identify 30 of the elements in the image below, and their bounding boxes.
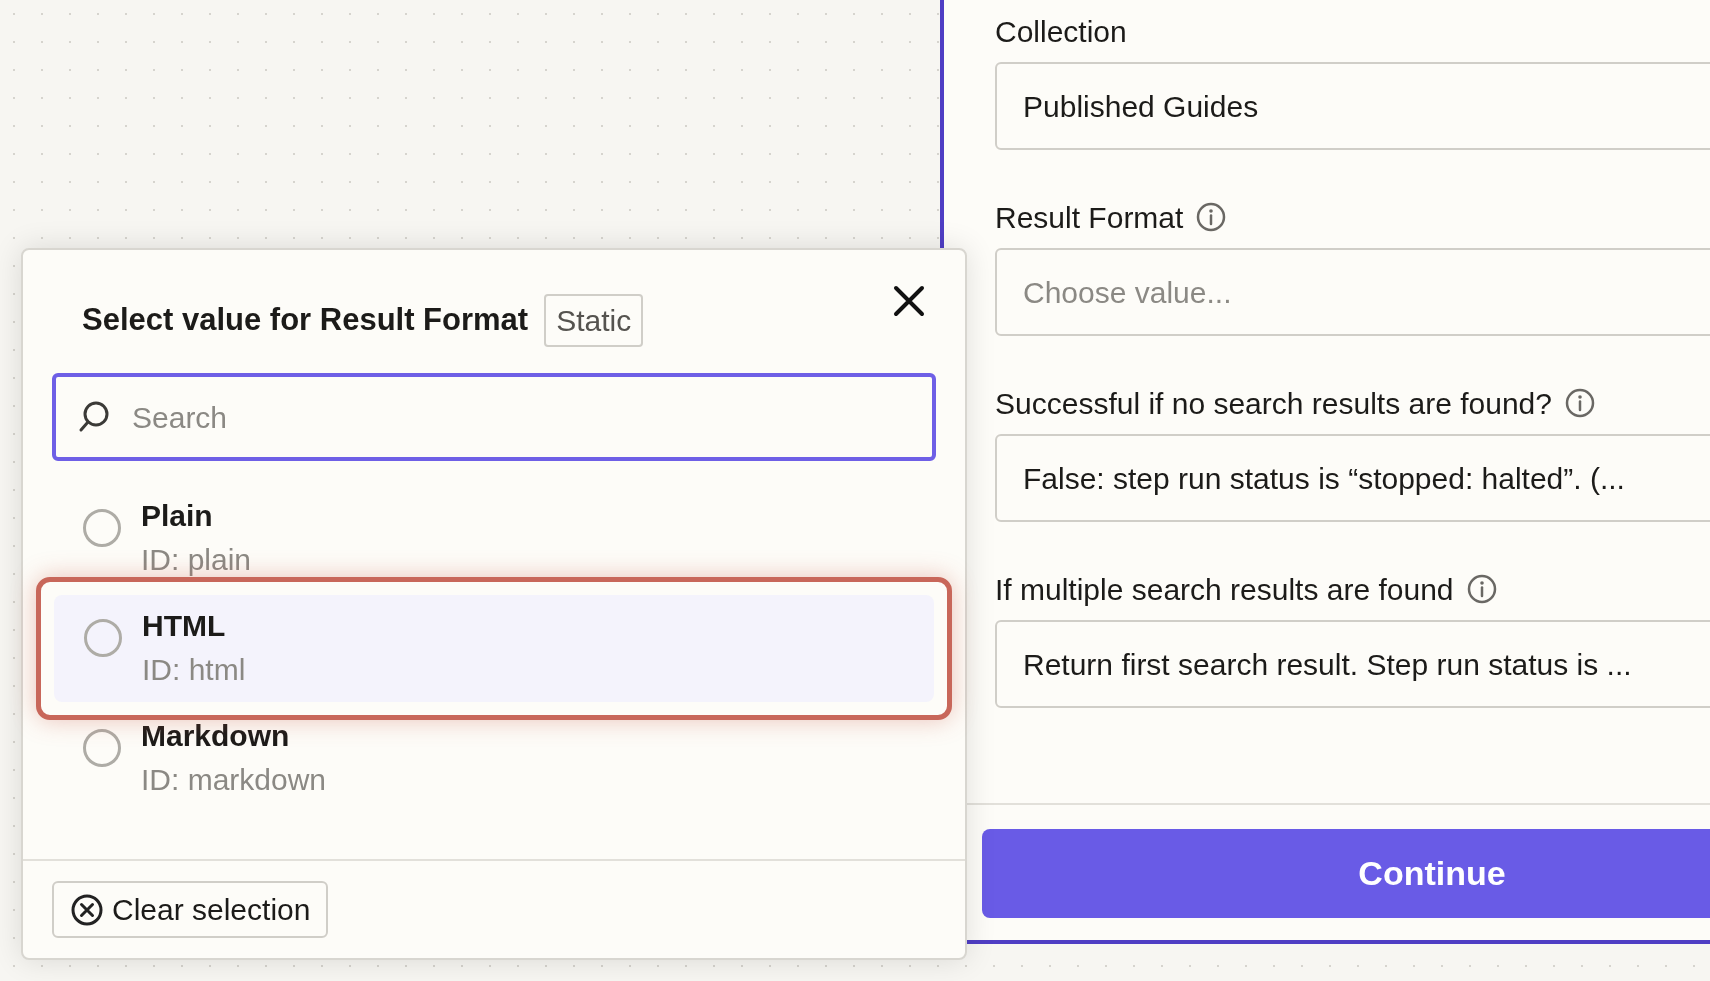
- info-icon[interactable]: [1563, 387, 1596, 419]
- field-label: Collection: [995, 13, 1127, 50]
- option-label: HTML: [142, 608, 227, 644]
- field-label: Result Format: [995, 199, 1184, 236]
- search-input[interactable]: Search: [132, 394, 832, 440]
- option-item[interactable]: Plain ID: plain: [53, 485, 935, 592]
- close-icon[interactable]: [893, 284, 925, 317]
- option-label: Plain: [141, 498, 214, 534]
- field-label: If multiple search results are found: [995, 571, 1454, 608]
- clear-selection-button[interactable]: Clear selection: [52, 881, 329, 938]
- option-id: ID: plain: [141, 542, 252, 578]
- select-field[interactable]: Published Guides: [995, 62, 1710, 150]
- radio-button[interactable]: [83, 729, 121, 767]
- info-icon[interactable]: [1465, 573, 1498, 605]
- option-label: Markdown: [141, 718, 291, 754]
- field-label: Successful if no search results are found?: [995, 385, 1552, 422]
- radio-button[interactable]: [83, 509, 121, 547]
- static-tag: Static: [544, 294, 644, 347]
- radio-button[interactable]: [84, 619, 122, 657]
- option-item[interactable]: Markdown ID: markdown: [53, 705, 935, 812]
- continue-button[interactable]: Continue: [982, 829, 1710, 918]
- select-field[interactable]: Return first search result. Step run status is ...: [995, 620, 1710, 708]
- clear-icon: [70, 892, 104, 927]
- search-field[interactable]: Search: [52, 373, 936, 461]
- select-field[interactable]: False: step run status is “stopped: halted”. (...: [995, 434, 1710, 522]
- option-item[interactable]: HTML ID: html: [54, 595, 934, 702]
- option-id: ID: markdown: [141, 762, 327, 798]
- info-icon[interactable]: [1195, 201, 1228, 233]
- option-id: ID: html: [142, 652, 246, 688]
- popup-title: Select value for Result Format: [82, 301, 529, 340]
